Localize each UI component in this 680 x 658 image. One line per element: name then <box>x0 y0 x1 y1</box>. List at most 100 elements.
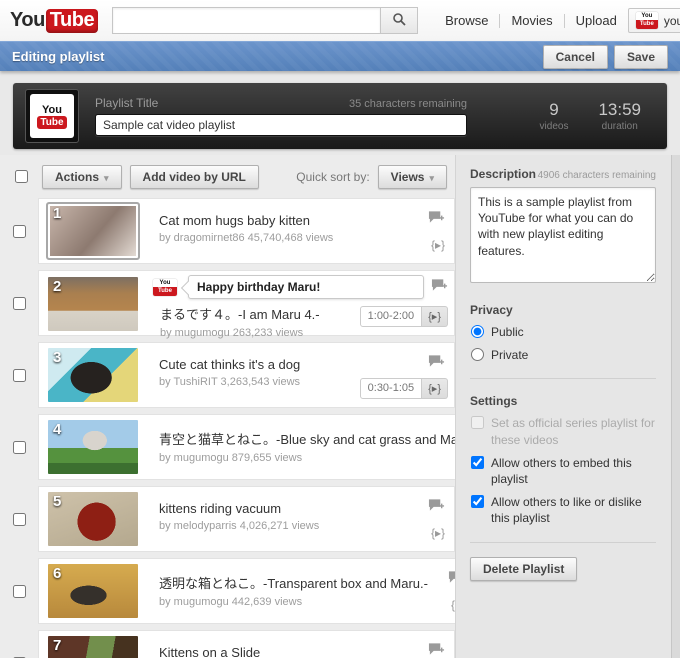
allow-like-checkbox[interactable] <box>471 495 484 509</box>
description-textarea[interactable]: This is a sample playlist from YouTube f… <box>470 187 656 283</box>
video-checkbox[interactable] <box>12 440 26 454</box>
scrollbar[interactable] <box>671 155 680 658</box>
video-title[interactable]: 青空と猫草とねこ。-Blue sky and cat grass and Mar… <box>159 429 478 448</box>
logo-you-text: You <box>10 9 45 31</box>
search-bar <box>112 7 419 34</box>
video-title[interactable]: Kittens on a Slide <box>159 645 408 658</box>
video-thumbnail[interactable]: 1 <box>46 202 140 260</box>
description-label: Description <box>470 167 537 181</box>
video-checkbox[interactable] <box>12 584 26 598</box>
video-byline: by dragomirnet86 45,740,468 views <box>159 232 334 244</box>
save-button[interactable]: Save <box>613 44 668 69</box>
title-chars-remaining: 35 characters remaining <box>348 98 467 110</box>
official-series-option: Set as official series playlist for thes… <box>470 415 656 447</box>
privacy-label: Privacy <box>470 303 513 317</box>
add-note-icon[interactable] <box>428 642 445 658</box>
description-chars-remaining: 4906 characters remaining <box>537 170 656 181</box>
search-input[interactable] <box>112 7 381 34</box>
video-row: 5 kittens riding vacuum by melodyparris … <box>0 486 455 552</box>
search-button[interactable] <box>380 7 419 34</box>
add-note-icon[interactable] <box>428 354 445 373</box>
editing-action-bar: Editing playlist Cancel Save <box>0 41 680 71</box>
chevron-down-icon: ▾ <box>429 172 434 183</box>
playlist-header: You Tube Playlist Title 35 characters re… <box>13 83 667 149</box>
divider <box>470 541 656 543</box>
duration-label: duration <box>601 121 638 132</box>
editing-playlist-title: Editing playlist <box>12 49 105 64</box>
video-thumbnail[interactable]: 2 <box>48 277 138 331</box>
search-icon <box>392 12 406 29</box>
video-list-column: Actions ▾ Add video by URL Quick sort by:… <box>0 155 525 658</box>
video-row: 7 Kittens on a Slide by RockEmMairead 4,… <box>0 630 455 658</box>
playlist-title-label: Playlist Title <box>95 96 159 110</box>
video-count-label: videos <box>539 121 569 132</box>
video-title[interactable]: Cute cat thinks it's a dog <box>159 357 408 372</box>
set-clip-icon[interactable]: {▸} <box>422 378 448 399</box>
video-title[interactable]: Cat mom hugs baby kitten <box>159 213 408 228</box>
privacy-public-option[interactable]: Public <box>470 324 656 340</box>
playlist-stats: 9 videos 13:59 duration <box>540 100 655 132</box>
youtube-badge-icon: You Tube <box>153 278 177 296</box>
annotation-input[interactable]: Happy birthday Maru! <box>188 275 424 299</box>
playlist-thumbnail: You Tube <box>25 89 79 143</box>
video-row: 3 Cute cat thinks it's a dog by TushiRIT… <box>0 342 455 408</box>
channel-name: youtubechannel <box>663 13 680 28</box>
channel-menu-button[interactable]: YouTube youtubechannel ▾ <box>627 8 680 33</box>
logo-tube-text: Tube <box>45 8 99 33</box>
select-all-checkbox[interactable] <box>15 170 28 183</box>
video-title[interactable]: kittens riding vacuum <box>159 501 408 516</box>
playlist-title-input[interactable] <box>95 114 467 136</box>
duration-stat: 13:59 duration <box>598 100 641 132</box>
video-checkbox[interactable] <box>12 224 26 238</box>
video-thumbnail[interactable]: 4 <box>48 420 138 474</box>
allow-embed-checkbox[interactable] <box>471 455 484 469</box>
allow-embed-option[interactable]: Allow others to embed this playlist <box>470 455 656 487</box>
allow-like-option[interactable]: Allow others to like or dislike this pla… <box>470 494 656 526</box>
video-count: 9 <box>549 100 559 119</box>
clip-range-group: 1:00-2:00 {▸} <box>359 306 448 327</box>
clip-time-range[interactable]: 0:30-1:05 <box>359 378 423 399</box>
video-byline: by mugumogu 442,639 views <box>159 596 303 608</box>
channel-avatar-icon: You Tube <box>635 12 658 29</box>
privacy-private-option[interactable]: Private <box>470 347 656 363</box>
set-clip-icon[interactable]: {▸} <box>431 526 445 540</box>
settings-label: Settings <box>470 394 518 409</box>
delete-playlist-button[interactable]: Delete Playlist <box>470 556 578 581</box>
video-row: 2 You Tube Happy birthday Maru! まるです４。-I … <box>0 270 455 339</box>
private-radio[interactable] <box>471 348 484 362</box>
clip-time-range[interactable]: 1:00-2:00 <box>359 306 423 327</box>
page: You Tube Browse Movies Upload You Tube you… <box>0 0 680 658</box>
video-byline: by melodyparris 4,026,271 views <box>159 520 320 532</box>
cancel-button[interactable]: Cancel <box>542 44 608 69</box>
annotation-row: 2 You Tube Happy birthday Maru! <box>48 275 448 331</box>
playlist-title-group: Playlist Title 35 characters remaining <box>95 96 467 136</box>
video-thumbnail[interactable]: 5 <box>48 492 138 546</box>
set-clip-icon[interactable]: {▸} <box>431 238 445 252</box>
public-radio[interactable] <box>471 325 484 338</box>
add-note-icon[interactable] <box>428 210 445 229</box>
video-byline: by mugumogu 263,233 views <box>160 327 304 339</box>
set-clip-icon[interactable]: {▸} <box>422 306 448 327</box>
add-note-icon[interactable] <box>428 498 445 517</box>
video-thumbnail[interactable]: 7 <box>48 636 138 658</box>
youtube-logo[interactable]: You Tube <box>10 8 99 33</box>
content: Actions ▾ Add video by URL Quick sort by:… <box>0 155 680 658</box>
video-row: 1 Cat mom hugs baby kitten by dragomirne… <box>0 198 455 264</box>
video-checkbox[interactable] <box>12 368 26 382</box>
video-thumbnail[interactable]: 3 <box>48 348 138 402</box>
add-note-icon[interactable] <box>431 278 448 297</box>
video-checkbox[interactable] <box>12 512 26 526</box>
video-byline: by mugumogu 879,655 views <box>159 452 303 464</box>
nav-movies[interactable]: Movies <box>500 13 563 28</box>
sort-dropdown-button[interactable]: Views ▾ <box>377 164 447 189</box>
quick-sort-label: Quick sort by: <box>296 169 370 184</box>
header-nav: Browse Movies Upload <box>434 13 628 28</box>
video-checkbox[interactable] <box>12 296 26 310</box>
video-title[interactable]: 透明な箱とねこ。-Transparent box and Maru.- <box>159 573 428 592</box>
add-video-by-url-button[interactable]: Add video by URL <box>129 164 259 189</box>
nav-browse[interactable]: Browse <box>434 13 499 28</box>
nav-upload[interactable]: Upload <box>565 13 628 28</box>
actions-dropdown-button[interactable]: Actions ▾ <box>42 164 122 189</box>
video-thumbnail[interactable]: 6 <box>48 564 138 618</box>
